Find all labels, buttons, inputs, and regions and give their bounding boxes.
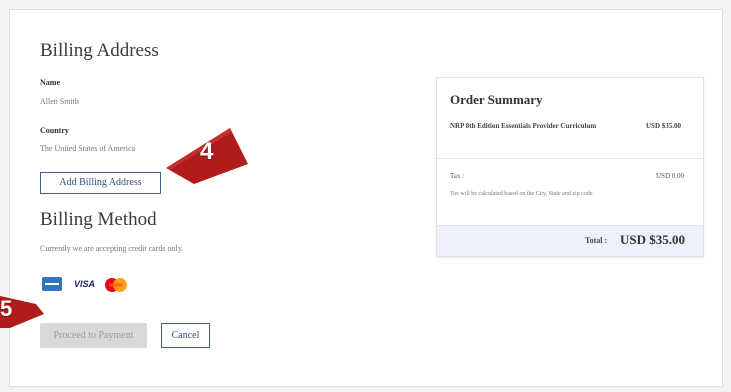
mastercard-icon [103, 277, 129, 293]
billing-method-title: Billing Method [40, 209, 157, 230]
add-billing-address-button[interactable]: Add Billing Address [40, 172, 161, 194]
divider [437, 158, 703, 159]
order-summary-panel: Order Summary NRP 8th Edition Essentials… [436, 77, 704, 257]
tax-value: USD 0.00 [656, 172, 685, 180]
total-row: Total : USD $35.00 [437, 225, 703, 256]
total-label: Total : [585, 236, 608, 245]
item-price: USD $35.00 [646, 122, 682, 130]
amex-icon [42, 277, 62, 291]
step-5-label: 5 [0, 296, 13, 321]
cancel-button[interactable]: Cancel [161, 323, 210, 348]
name-label: Name [40, 78, 60, 87]
visa-icon: VISA [74, 279, 96, 289]
country-value: The United States of America [40, 144, 136, 153]
country-label: Country [40, 126, 69, 135]
step-4-label: 4 [200, 138, 214, 165]
billing-address-title: Billing Address [40, 40, 159, 61]
order-summary-title: Order Summary [450, 92, 543, 107]
tax-label: Tax : [450, 172, 465, 180]
name-value: Allen Smith [40, 97, 79, 106]
proceed-to-payment-button[interactable]: Proceed to Payment [40, 323, 147, 348]
tax-note: Tax will be calculated based on the City… [450, 191, 593, 197]
billing-method-note: Currently we are accepting credit cards … [40, 244, 184, 253]
item-name: NRP 8th Edition Essentials Provider Curr… [450, 122, 597, 130]
total-value: USD $35.00 [620, 232, 686, 247]
